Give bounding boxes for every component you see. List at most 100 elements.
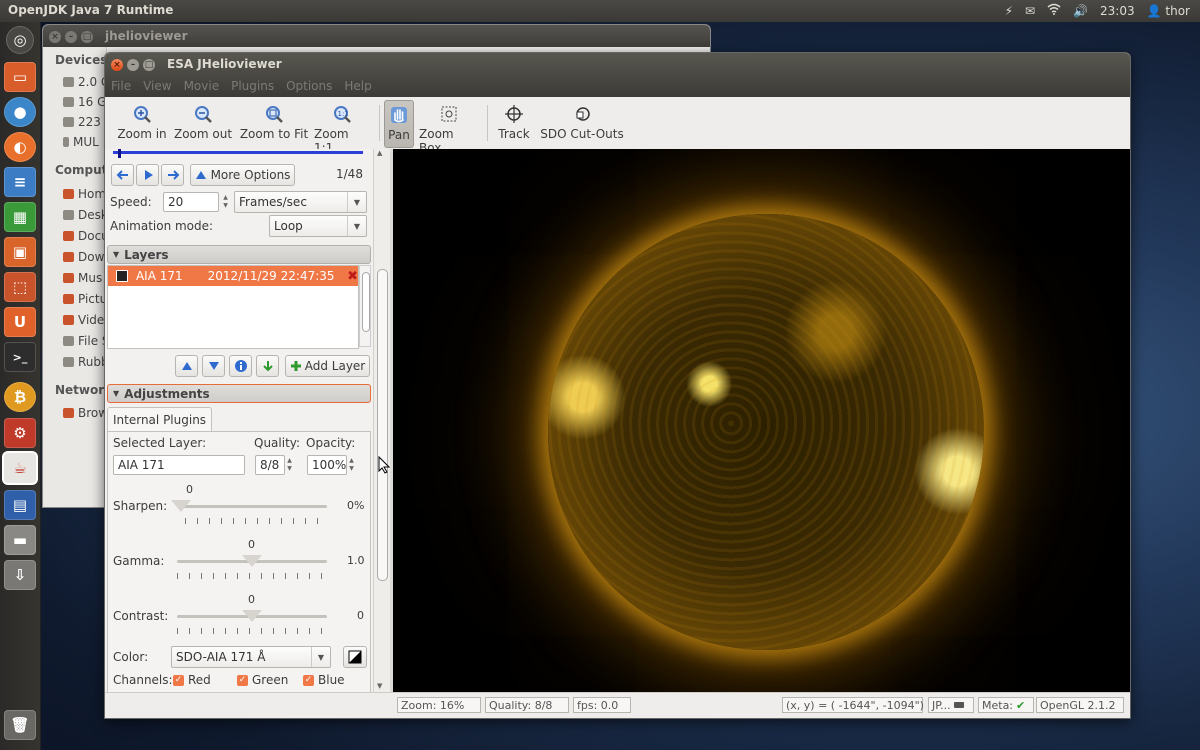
sharpen-slider-track[interactable] xyxy=(177,505,327,508)
zoom-box-button[interactable]: Zoom Box xyxy=(419,100,479,155)
zoom-in-button[interactable]: Zoom in xyxy=(117,100,167,146)
scroll-down-icon[interactable]: ▼ xyxy=(377,682,382,690)
menu-movie[interactable]: Movie xyxy=(184,79,220,93)
place-item[interactable]: Hom xyxy=(63,187,106,201)
tab-internal-plugins[interactable]: Internal Plugins xyxy=(107,407,213,432)
main-titlebar[interactable]: × – □ ESA JHelioviewer File View Movie P… xyxy=(105,53,1130,97)
channel-red-checkbox[interactable]: ✓ Red xyxy=(173,673,211,687)
close-icon[interactable]: × xyxy=(111,59,123,71)
speed-unit-select[interactable]: Frames/sec ▼ xyxy=(234,191,367,213)
java-icon[interactable]: ☕ xyxy=(4,453,36,483)
disk-icon[interactable]: ▬ xyxy=(4,525,36,555)
layer-row[interactable]: AIA 171 2012/11/29 22:47:35 ✖ xyxy=(108,266,358,286)
scroll-up-icon[interactable]: ▲ xyxy=(377,149,382,157)
menu-plugins[interactable]: Plugins xyxy=(231,79,274,93)
selected-layer-field[interactable]: AIA 171 xyxy=(113,455,245,475)
place-item[interactable]: Desk xyxy=(63,208,108,222)
place-item[interactable]: Rubb xyxy=(63,355,109,369)
add-layer-button[interactable]: Add Layer xyxy=(285,355,370,377)
adjustments-section-header[interactable]: ▼ Adjustments xyxy=(107,384,371,403)
terminal-icon[interactable]: >_ xyxy=(4,342,36,372)
speed-spinner[interactable]: ▲ ▼ xyxy=(221,192,230,212)
track-button[interactable]: Track xyxy=(495,100,533,146)
mail-icon[interactable]: ✉ xyxy=(1025,4,1035,18)
next-frame-button[interactable] xyxy=(161,164,184,186)
usb-icon[interactable]: ⇩ xyxy=(4,560,36,590)
bg-titlebar[interactable]: jhelioviewer × – □ xyxy=(43,25,710,47)
place-item[interactable]: Vide xyxy=(63,313,104,327)
bg-close-icon[interactable]: × xyxy=(49,31,61,43)
visibility-icon[interactable] xyxy=(116,270,128,282)
gamma-slider-thumb[interactable] xyxy=(242,555,262,567)
software-center-icon[interactable]: ⬚ xyxy=(4,272,36,302)
place-item[interactable]: Mus xyxy=(63,271,102,285)
writer-icon[interactable]: ≡ xyxy=(4,167,36,197)
calc-icon[interactable]: ▦ xyxy=(4,202,36,232)
network-item[interactable]: Brow xyxy=(63,406,108,420)
movie-progress-handle[interactable] xyxy=(118,149,121,158)
firefox-icon[interactable]: ◐ xyxy=(4,132,36,162)
clock[interactable]: 23:03 xyxy=(1100,4,1135,18)
jhelioviewer-window[interactable]: × – □ ESA JHelioviewer File View Movie P… xyxy=(104,52,1131,719)
control-panel-scrollbar[interactable]: ▲ ▼ xyxy=(373,149,390,692)
quality-field[interactable]: 8/8 xyxy=(255,455,285,475)
power-icon[interactable]: ⚡ xyxy=(1005,4,1013,18)
layers-list[interactable]: AIA 171 2012/11/29 22:47:35 ✖ xyxy=(107,265,359,349)
sdo-cut-outs-button[interactable]: SDO Cut-Outs xyxy=(539,100,625,146)
play-button[interactable] xyxy=(136,164,159,186)
move-layer-down-button[interactable] xyxy=(202,355,225,377)
animation-mode-select[interactable]: Loop ▼ xyxy=(269,215,367,237)
zoom-out-button[interactable]: Zoom out xyxy=(173,100,233,146)
layer-info-button[interactable] xyxy=(229,355,252,377)
zoom-1-1-button[interactable]: 1:1 Zoom 1:1 xyxy=(314,100,370,155)
movie-progress-bar[interactable] xyxy=(113,151,363,154)
volume-icon[interactable]: 🔊 xyxy=(1073,4,1088,18)
remove-layer-icon[interactable]: ✖ xyxy=(347,269,358,284)
layers-scroll-thumb[interactable] xyxy=(362,272,370,332)
user-menu[interactable]: 👤 thor xyxy=(1147,4,1190,18)
control-panel-scroll-thumb[interactable] xyxy=(377,269,388,581)
maximize-icon[interactable]: □ xyxy=(143,59,155,71)
menu-options[interactable]: Options xyxy=(286,79,332,93)
invert-colors-button[interactable] xyxy=(343,646,367,668)
download-layer-button[interactable] xyxy=(256,355,279,377)
place-item[interactable]: Dow xyxy=(63,250,104,264)
speed-input[interactable]: 20 xyxy=(163,192,219,212)
settings-icon[interactable]: ⚙ xyxy=(4,418,36,448)
bitcoin-icon[interactable]: ₿ xyxy=(4,382,36,412)
minimize-icon[interactable]: – xyxy=(127,59,139,71)
chromium-icon[interactable]: ● xyxy=(4,97,36,127)
files-icon[interactable]: ▭ xyxy=(4,62,36,92)
zoom-to-fit-button[interactable]: Zoom to Fit xyxy=(239,100,309,146)
wifi-icon[interactable] xyxy=(1047,3,1061,18)
workspaces-icon[interactable]: ▤ xyxy=(4,490,36,520)
menu-file[interactable]: File xyxy=(111,79,131,93)
solar-image-view[interactable] xyxy=(393,149,1130,692)
pan-button[interactable]: Pan xyxy=(384,100,414,148)
layers-section-header[interactable]: ▼ Layers xyxy=(107,245,371,264)
channel-blue-checkbox[interactable]: ✓ Blue xyxy=(303,673,345,687)
impress-icon[interactable]: ▣ xyxy=(4,237,36,267)
more-options-button[interactable]: More Options xyxy=(190,164,295,186)
device-item[interactable]: MUL xyxy=(63,135,99,149)
menu-view[interactable]: View xyxy=(143,79,171,93)
bg-maximize-icon[interactable]: □ xyxy=(81,31,93,43)
color-table-select[interactable]: SDO-AIA 171 Å ▼ xyxy=(171,646,331,668)
place-item[interactable]: File S xyxy=(63,334,110,348)
layers-list-scrollbar[interactable] xyxy=(359,265,371,347)
opacity-spinner[interactable]: ▲ ▼ xyxy=(347,455,356,475)
meta-status[interactable]: Meta: ✔ xyxy=(978,697,1034,713)
sharpen-slider-thumb[interactable] xyxy=(171,500,191,512)
opacity-field[interactable]: 100% xyxy=(307,455,347,475)
dash-icon[interactable]: ◎ xyxy=(6,26,34,54)
trash-icon[interactable]: 🗑 xyxy=(4,710,36,740)
move-layer-up-button[interactable] xyxy=(175,355,198,377)
jpip-status[interactable]: JP... xyxy=(928,697,974,713)
channel-green-checkbox[interactable]: ✓ Green xyxy=(237,673,288,687)
menu-help[interactable]: Help xyxy=(344,79,371,93)
device-item[interactable]: 16 G xyxy=(63,95,106,109)
place-item[interactable]: Docu xyxy=(63,229,109,243)
place-item[interactable]: Pictu xyxy=(63,292,107,306)
bg-minimize-icon[interactable]: – xyxy=(65,31,77,43)
contrast-slider-thumb[interactable] xyxy=(242,610,262,622)
